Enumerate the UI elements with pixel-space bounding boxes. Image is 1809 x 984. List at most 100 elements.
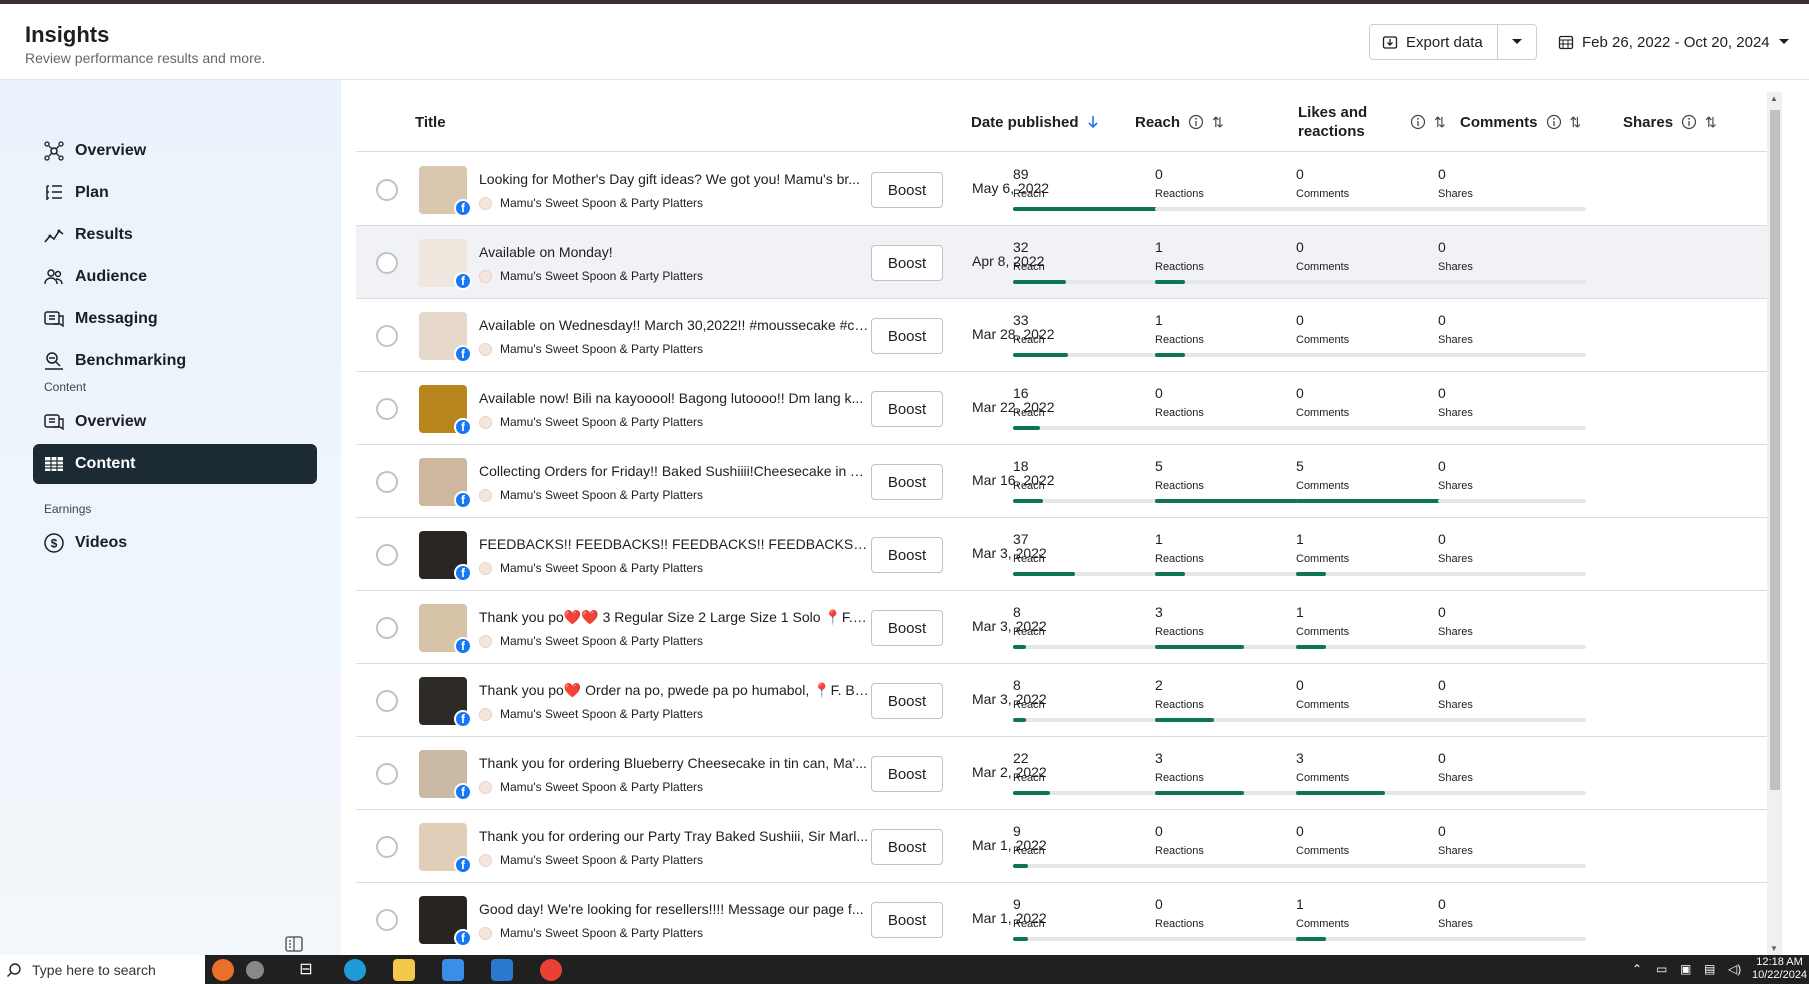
row-select-radio[interactable] — [376, 690, 398, 712]
sidebar-item-messaging[interactable]: Messaging — [33, 299, 317, 339]
column-header-likes[interactable]: Likes and reactions ⇅ — [1298, 92, 1458, 152]
column-header-comments[interactable]: Comments ⇅ — [1460, 92, 1581, 152]
metric-reactions-value: 3 — [1155, 750, 1163, 766]
file-explorer-icon[interactable] — [393, 959, 415, 981]
date-range-picker[interactable]: Feb 26, 2022 - Oct 20, 2024 — [1558, 24, 1790, 60]
table-row[interactable]: f Good day! We're looking for resellers!!… — [356, 883, 1767, 956]
table-row[interactable]: f Looking for Mother's Day gift ideas? We… — [356, 153, 1767, 226]
sort-icon[interactable]: ⇅ — [1434, 114, 1446, 131]
metric-shares-bar-track — [1438, 645, 1586, 649]
metric-reactions: 1 Reactions — [1155, 312, 1303, 362]
row-select-radio[interactable] — [376, 909, 398, 931]
export-dropdown-button[interactable] — [1498, 25, 1536, 59]
tray-chevron-icon[interactable]: ⌃ — [1632, 962, 1642, 976]
tray-network-icon[interactable]: ▤ — [1704, 962, 1715, 976]
sidebar-item-overview[interactable]: Overview — [33, 131, 317, 171]
post-title[interactable]: Thank you for ordering our Party Tray Ba… — [479, 828, 869, 844]
row-select-radio[interactable] — [376, 763, 398, 785]
metric-reactions-label: Reactions — [1155, 699, 1204, 711]
boost-button[interactable]: Boost — [871, 537, 943, 573]
row-select-radio[interactable] — [376, 617, 398, 639]
table-row[interactable]: f FEEDBACKS!! FEEDBACKS!! FEEDBACKS!! FEE… — [356, 518, 1767, 591]
post-title[interactable]: Thank you for ordering Blueberry Cheesec… — [479, 755, 869, 771]
info-icon[interactable] — [1546, 114, 1562, 130]
task-view-icon[interactable]: ⊟ — [295, 959, 317, 981]
tray-meet-icon[interactable]: ▣ — [1680, 962, 1691, 976]
mail-icon[interactable] — [491, 959, 513, 981]
table-row[interactable]: f Thank you for ordering Blueberry Cheese… — [356, 737, 1767, 810]
table-row[interactable]: f Available on Monday! Mamu's Sweet Spoon … — [356, 226, 1767, 299]
row-select-radio[interactable] — [376, 179, 398, 201]
boost-button[interactable]: Boost — [871, 245, 943, 281]
post-title[interactable]: Thank you po❤️❤️ 3 Regular Size 2 Large … — [479, 609, 869, 626]
boost-button[interactable]: Boost — [871, 610, 943, 646]
row-select-radio[interactable] — [376, 325, 398, 347]
tray-volume-icon[interactable]: ◁) — [1728, 962, 1741, 976]
boost-button[interactable]: Boost — [871, 756, 943, 792]
scrollbar-thumb[interactable] — [1770, 110, 1780, 790]
metric-reactions-value: 0 — [1155, 896, 1163, 912]
sidebar-item-content-overview[interactable]: Overview — [33, 402, 317, 442]
sort-icon[interactable]: ⇅ — [1570, 114, 1582, 131]
info-icon[interactable] — [1681, 114, 1697, 130]
boost-button[interactable]: Boost — [871, 464, 943, 500]
basketball-icon[interactable] — [212, 959, 234, 981]
column-header-date[interactable]: Date published — [971, 92, 1099, 152]
sidebar-item-audience[interactable]: Audience — [33, 257, 317, 297]
boost-button[interactable]: Boost — [871, 829, 943, 865]
sort-icon[interactable]: ⇅ — [1705, 114, 1717, 131]
export-data-button[interactable]: Export data — [1370, 25, 1498, 59]
post-title[interactable]: Looking for Mother's Day gift ideas? We … — [479, 171, 869, 187]
boost-button[interactable]: Boost — [871, 391, 943, 427]
sort-icon[interactable]: ⇅ — [1212, 114, 1224, 131]
table-row[interactable]: f Thank you po❤️❤️ 3 Regular Size 2 Large… — [356, 591, 1767, 664]
earnings-section-heading: Earnings — [44, 502, 92, 516]
sidebar-item-content[interactable]: Content — [33, 444, 317, 484]
metric-reach: 8 Reach — [1013, 604, 1161, 654]
row-select-radio[interactable] — [376, 544, 398, 566]
widget-icon[interactable] — [246, 961, 264, 979]
boost-button[interactable]: Boost — [871, 172, 943, 208]
store-icon[interactable] — [442, 959, 464, 981]
sidebar-item-videos[interactable]: $ Videos — [33, 523, 317, 563]
row-select-radio[interactable] — [376, 836, 398, 858]
sidebar-item-plan[interactable]: Plan — [33, 173, 317, 213]
post-title[interactable]: Thank you po❤️ Order na po, pwede pa po … — [479, 682, 869, 699]
boost-button[interactable]: Boost — [871, 318, 943, 354]
sidebar-item-benchmarking[interactable]: Benchmarking — [33, 341, 317, 381]
post-title[interactable]: FEEDBACKS!! FEEDBACKS!! FEEDBACKS!! FEED… — [479, 536, 869, 553]
column-header-shares[interactable]: Shares ⇅ — [1623, 92, 1717, 152]
boost-button[interactable]: Boost — [871, 683, 943, 719]
metric-comments-label: Comments — [1296, 261, 1350, 273]
table-row[interactable]: f Available on Wednesday!! March 30,2022!… — [356, 299, 1767, 372]
post-title[interactable]: Available on Monday! — [479, 244, 869, 260]
edge-browser-icon[interactable] — [344, 959, 366, 981]
tray-battery-icon[interactable]: ▭ — [1656, 962, 1667, 976]
column-date-label: Date published — [971, 113, 1079, 131]
scroll-down-arrow-icon[interactable]: ▼ — [1770, 944, 1778, 953]
column-header-reach[interactable]: Reach ⇅ — [1135, 92, 1224, 152]
scroll-up-arrow-icon[interactable]: ▲ — [1770, 94, 1778, 103]
metric-reactions-bar-fill — [1155, 499, 1303, 503]
boost-button[interactable]: Boost — [871, 902, 943, 938]
info-icon[interactable] — [1188, 114, 1204, 130]
post-title[interactable]: Available now! Bili na kayooool! Bagong … — [479, 390, 869, 406]
info-icon[interactable] — [1410, 114, 1426, 130]
table-row[interactable]: f Available now! Bili na kayooool! Bagong… — [356, 372, 1767, 445]
table-row[interactable]: f Thank you po❤️ Order na po, pwede pa po… — [356, 664, 1767, 737]
post-title[interactable]: Good day! We're looking for resellers!!!… — [479, 901, 869, 917]
table-row[interactable]: f Collecting Orders for Friday!! Baked Su… — [356, 445, 1767, 518]
collapse-sidebar-icon[interactable] — [284, 934, 304, 954]
post-title[interactable]: Collecting Orders for Friday!! Baked Sus… — [479, 463, 869, 479]
row-select-radio[interactable] — [376, 252, 398, 274]
row-select-radio[interactable] — [376, 398, 398, 420]
table-row[interactable]: f Thank you for ordering our Party Tray B… — [356, 810, 1767, 883]
post-title[interactable]: Available on Wednesday!! March 30,2022!!… — [479, 317, 869, 333]
chrome-browser-icon[interactable] — [540, 959, 562, 981]
taskbar-search-box[interactable]: Type here to search — [0, 955, 205, 984]
taskbar-clock[interactable]: 12:18 AM 10/22/2024 — [1752, 956, 1807, 982]
sidebar-item-results[interactable]: Results — [33, 215, 317, 255]
column-header-title[interactable]: Title — [415, 92, 446, 152]
vertical-scrollbar[interactable]: ▲ ▼ — [1767, 92, 1782, 955]
row-select-radio[interactable] — [376, 471, 398, 493]
